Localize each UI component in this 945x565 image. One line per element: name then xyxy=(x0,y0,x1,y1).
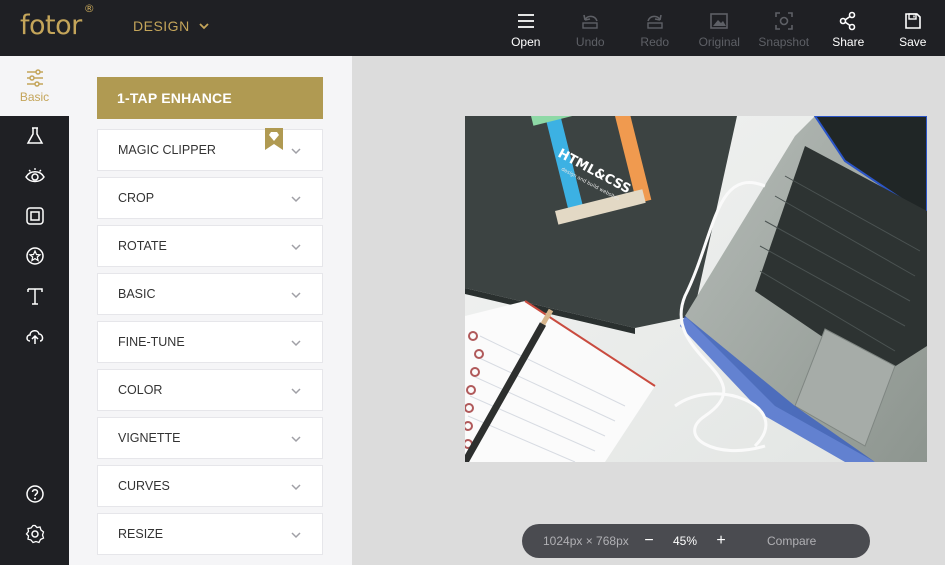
curves-item[interactable]: CURVES xyxy=(97,465,323,507)
left-nav: Basic xyxy=(0,56,69,565)
chevron-down-icon xyxy=(291,196,301,203)
chevron-down-icon xyxy=(291,292,301,299)
accordion-label: RESIZE xyxy=(118,527,164,541)
canvas-area: HTML&CSS design and build websites 1024p… xyxy=(352,56,945,565)
fine-tune-item[interactable]: FINE-TUNE xyxy=(97,321,323,363)
toolbar: Open Undo Redo Original Snapshot Share S… xyxy=(494,0,945,56)
open-button[interactable]: Open xyxy=(494,0,559,56)
fotor-logo[interactable]: fotor® xyxy=(20,2,95,41)
crop-item[interactable]: CROP xyxy=(97,177,323,219)
image-icon xyxy=(710,13,729,29)
save-icon xyxy=(904,13,921,29)
accordion-label: MAGIC CLIPPER xyxy=(118,143,216,157)
accordion-label: VIGNETTE xyxy=(118,431,181,445)
zoom-level: 45% xyxy=(672,534,698,548)
nav-upload[interactable] xyxy=(0,316,69,356)
accordion-label: COLOR xyxy=(118,383,163,397)
chevron-down-icon xyxy=(291,388,301,395)
share-icon xyxy=(839,11,856,31)
nav-help[interactable] xyxy=(0,474,69,514)
top-bar: fotor® DESIGN Open Undo Redo Original Sn… xyxy=(0,0,945,56)
design-menu-label: DESIGN xyxy=(133,18,190,34)
nav-settings[interactable] xyxy=(0,514,69,554)
chevron-down-icon xyxy=(291,244,301,251)
rotate-item[interactable]: ROTATE xyxy=(97,225,323,267)
flask-icon xyxy=(26,127,43,144)
save-button[interactable]: Save xyxy=(881,0,945,56)
nav-beauty[interactable] xyxy=(0,156,69,196)
help-icon xyxy=(25,485,44,503)
premium-badge-icon xyxy=(265,128,283,150)
chevron-down-icon xyxy=(291,484,301,491)
photo-illustration: HTML&CSS design and build websites xyxy=(465,116,927,462)
magic-clipper-item[interactable]: MAGIC CLIPPER xyxy=(97,128,323,171)
original-button[interactable]: Original xyxy=(687,0,752,56)
zoom-status-bar: 1024px × 768px − 45% + Compare xyxy=(522,524,870,558)
share-button[interactable]: Share xyxy=(816,0,881,56)
snapshot-button[interactable]: Snapshot xyxy=(752,0,817,56)
compare-button[interactable]: Compare xyxy=(767,534,816,548)
adjust-panel: 1-TAP ENHANCE MAGIC CLIPPER CROP ROTATE … xyxy=(69,56,352,565)
one-tap-enhance-button[interactable]: 1-TAP ENHANCE xyxy=(97,77,323,119)
nav-frames[interactable] xyxy=(0,196,69,236)
eye-icon xyxy=(24,168,45,183)
photo-preview[interactable]: HTML&CSS design and build websites xyxy=(465,116,927,462)
vignette-item[interactable]: VIGNETTE xyxy=(97,417,323,459)
menu-icon xyxy=(517,14,534,28)
undo-icon xyxy=(582,14,599,29)
chevron-down-icon xyxy=(199,23,209,30)
redo-button[interactable]: Redo xyxy=(623,0,688,56)
zoom-in-button[interactable]: + xyxy=(705,532,737,550)
image-dimensions: 1024px × 768px xyxy=(543,534,629,548)
settings-icon xyxy=(25,524,44,544)
cloud-upload-icon xyxy=(25,330,43,344)
star-badge-icon xyxy=(25,247,44,265)
undo-button[interactable]: Undo xyxy=(558,0,623,56)
zoom-out-button[interactable]: − xyxy=(633,532,665,550)
resize-item[interactable]: RESIZE xyxy=(97,513,323,555)
text-icon xyxy=(26,288,43,305)
accordion-label: FINE-TUNE xyxy=(118,335,185,349)
nav-stickers[interactable] xyxy=(0,236,69,276)
adjust-accordion: MAGIC CLIPPER CROP ROTATE BASIC FINE-TUN… xyxy=(97,128,323,561)
redo-icon xyxy=(646,14,663,29)
snapshot-icon xyxy=(774,12,793,30)
accordion-label: CROP xyxy=(118,191,155,205)
frame-icon xyxy=(25,207,44,225)
sliders-icon xyxy=(26,69,43,87)
nav-effects[interactable] xyxy=(0,116,69,156)
nav-text[interactable] xyxy=(0,276,69,316)
design-menu[interactable]: DESIGN xyxy=(133,18,210,34)
accordion-label: BASIC xyxy=(118,287,156,301)
nav-basic-label: Basic xyxy=(19,90,50,104)
accordion-label: ROTATE xyxy=(118,239,167,253)
chevron-down-icon xyxy=(291,148,301,155)
chevron-down-icon xyxy=(291,532,301,539)
chevron-down-icon xyxy=(291,340,301,347)
basic-item[interactable]: BASIC xyxy=(97,273,323,315)
color-item[interactable]: COLOR xyxy=(97,369,323,411)
chevron-down-icon xyxy=(291,436,301,443)
accordion-label: CURVES xyxy=(118,479,170,493)
nav-basic[interactable]: Basic xyxy=(0,56,69,116)
